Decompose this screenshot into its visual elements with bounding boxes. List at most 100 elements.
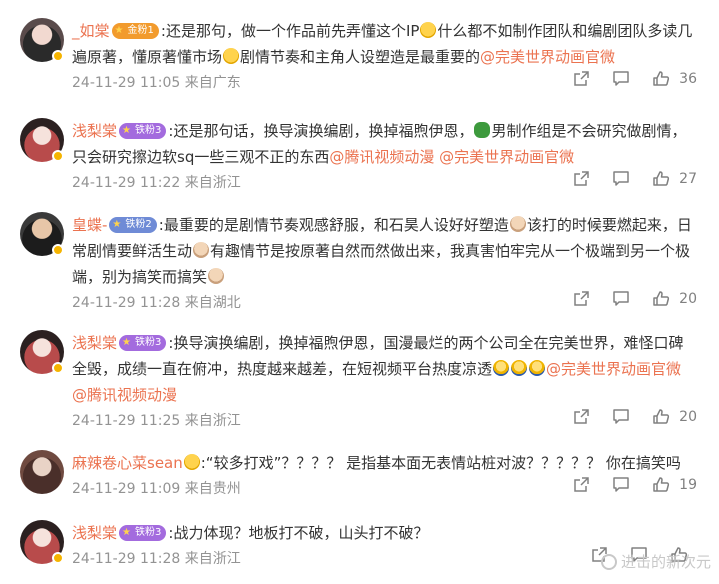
- like-icon: [653, 71, 670, 86]
- cry-icon: [183, 454, 200, 470]
- avatar[interactable]: [20, 450, 64, 494]
- comment-text: 浅梨棠铁粉3:还是那句话，换导演换编剧，换掉福煦伊恩，男制作组是不会研究做剧情，…: [72, 118, 697, 170]
- text-segment: 剧情节奏和主角人设塑造是最重要的: [240, 48, 481, 66]
- username[interactable]: 麻辣卷心菜sean: [72, 454, 183, 472]
- verified-badge-icon: [52, 50, 64, 62]
- comment-actions: 20: [551, 290, 697, 307]
- like-button[interactable]: 20: [652, 290, 697, 307]
- bald-icon: [511, 360, 528, 376]
- share-button[interactable]: [573, 170, 590, 187]
- reply-button[interactable]: [612, 408, 630, 425]
- comment-list: _如棠金粉1:还是那句，做一个作品前先弄懂这个IP什么都不如制作团队和编剧团队多…: [0, 0, 719, 584]
- verified-badge-icon: [52, 552, 64, 564]
- text-segment: :“较多打戏”？？？？ 是指基本面无表情站桩对波？？？？？ 你在搞笑吗: [200, 454, 681, 472]
- username[interactable]: 浅梨棠: [72, 334, 117, 352]
- like-count: 20: [679, 290, 697, 307]
- like-count: 19: [679, 476, 697, 493]
- like-count: 20: [679, 408, 697, 425]
- mention-link[interactable]: @完美世界动画官微: [546, 360, 681, 378]
- reply-button[interactable]: [612, 476, 630, 493]
- comment-meta: 24-11-29 11:09 来自贵州 19: [72, 476, 697, 500]
- username[interactable]: _如棠: [72, 22, 110, 40]
- like-button[interactable]: 36: [652, 70, 697, 87]
- like-button[interactable]: 27: [652, 170, 697, 187]
- comment-icon: [613, 291, 629, 306]
- watermark-text: 进击的新次元: [620, 553, 711, 571]
- timestamp: 24-11-29 11:22 来自浙江: [72, 175, 241, 191]
- comment-body: _如棠金粉1:还是那句，做一个作品前先弄懂这个IP什么都不如制作团队和编剧团队多…: [72, 18, 697, 94]
- share-icon: [574, 291, 589, 306]
- reply-button[interactable]: [612, 290, 630, 307]
- share-icon: [574, 171, 589, 186]
- comment-actions: 19: [551, 476, 697, 493]
- comment-text: 浅梨棠铁粉3:战力体现？地板打不破，山头打不破？: [72, 520, 697, 546]
- comment-meta: 24-11-29 11:28 来自湖北 20: [72, 290, 697, 314]
- comment-icon: [613, 477, 629, 492]
- cry-icon: [420, 22, 437, 38]
- mention-link[interactable]: @完美世界动画官微: [439, 148, 574, 166]
- fan-level-badge: 铁粉3: [119, 122, 167, 139]
- mention-link[interactable]: @腾讯视频动漫: [329, 148, 434, 166]
- like-count: 36: [679, 70, 697, 87]
- mention-link[interactable]: @完美世界动画官微: [480, 48, 615, 66]
- reply-button[interactable]: [612, 170, 630, 187]
- timestamp: 24-11-29 11:28 来自浙江: [72, 551, 241, 567]
- fan-level-badge: 铁粉3: [119, 524, 167, 541]
- comment-meta: 24-11-29 11:05 来自广东 36: [72, 70, 697, 94]
- old-man-icon: [208, 268, 225, 284]
- username[interactable]: 浅梨棠: [72, 524, 117, 542]
- comment-meta: 24-11-29 11:22 来自浙江 27: [72, 170, 697, 194]
- comment-body: 浅梨棠铁粉3:换导演换编剧，换掉福煦伊恩，国漫最烂的两个公司全在完美世界，难怪口…: [72, 330, 697, 432]
- verified-badge-icon: [52, 244, 64, 256]
- username[interactable]: 皇蝶-: [72, 216, 107, 234]
- verified-badge-icon: [52, 362, 64, 374]
- share-button[interactable]: [573, 476, 590, 493]
- comment-body: 浅梨棠铁粉3:还是那句话，换导演换编剧，换掉福煦伊恩，男制作组是不会研究做剧情，…: [72, 118, 697, 194]
- text-segment: :还是那句话，换导演换编剧，换掉福煦伊恩，: [168, 122, 474, 140]
- comment-meta: 24-11-29 11:25 来自浙江 20: [72, 408, 697, 432]
- like-count: 27: [679, 170, 697, 187]
- share-icon: [574, 477, 589, 492]
- comment-body: 麻辣卷心菜sean :“较多打戏”？？？？ 是指基本面无表情站桩对波？？？？？ 你…: [72, 450, 697, 500]
- text-segment: :还是那句，做一个作品前先弄懂这个IP: [160, 22, 420, 40]
- share-button[interactable]: [573, 290, 590, 307]
- mention-link[interactable]: @腾讯视频动漫: [72, 386, 177, 404]
- like-button[interactable]: 19: [652, 476, 697, 493]
- comment-text: 麻辣卷心菜sean :“较多打戏”？？？？ 是指基本面无表情站桩对波？？？？？ 你…: [72, 450, 697, 476]
- bald-icon: [529, 360, 546, 376]
- text-segment: :战力体现？地板打不破，山头打不破？: [168, 524, 429, 542]
- like-icon: [653, 409, 670, 424]
- reply-button[interactable]: [612, 70, 630, 87]
- comment-actions: 36: [551, 70, 697, 87]
- comment-actions: 27: [551, 170, 697, 187]
- share-icon: [574, 71, 589, 86]
- share-button[interactable]: [573, 70, 590, 87]
- like-icon: [653, 291, 670, 306]
- comment-text: 浅梨棠铁粉3:换导演换编剧，换掉福煦伊恩，国漫最烂的两个公司全在完美世界，难怪口…: [72, 330, 697, 408]
- sad-icon: [223, 48, 240, 64]
- timestamp: 24-11-29 11:09 来自贵州: [72, 481, 241, 497]
- like-icon: [653, 477, 670, 492]
- comment-icon: [613, 71, 629, 86]
- turtle-icon: [474, 122, 491, 138]
- timestamp: 24-11-29 11:28 来自湖北: [72, 295, 241, 311]
- comment-text: 皇蝶-铁粉2:最重要的是剧情节奏观感舒服，和石昊人设好好塑造该打的时候要燃起来，…: [72, 212, 697, 290]
- timestamp: 24-11-29 11:25 来自浙江: [72, 413, 241, 429]
- fan-level-badge: 铁粉2: [109, 216, 157, 233]
- like-icon: [653, 171, 670, 186]
- share-icon: [574, 409, 589, 424]
- old-man-icon: [193, 242, 210, 258]
- old-man-icon: [509, 216, 526, 232]
- comment-body: 皇蝶-铁粉2:最重要的是剧情节奏观感舒服，和石昊人设好好塑造该打的时候要燃起来，…: [72, 212, 697, 314]
- bald-icon: [493, 360, 510, 376]
- watermark: 进击的新次元: [600, 551, 711, 572]
- text-segment: :最重要的是剧情节奏观感舒服，和石昊人设好好塑造: [158, 216, 509, 234]
- verified-badge-icon: [52, 150, 64, 162]
- like-button[interactable]: 20: [652, 408, 697, 425]
- fan-level-badge: 金粉1: [111, 22, 159, 39]
- watermark-logo-icon: [600, 553, 617, 570]
- comment-icon: [613, 171, 629, 186]
- username[interactable]: 浅梨棠: [72, 122, 117, 140]
- share-button[interactable]: [573, 408, 590, 425]
- comment-icon: [613, 409, 629, 424]
